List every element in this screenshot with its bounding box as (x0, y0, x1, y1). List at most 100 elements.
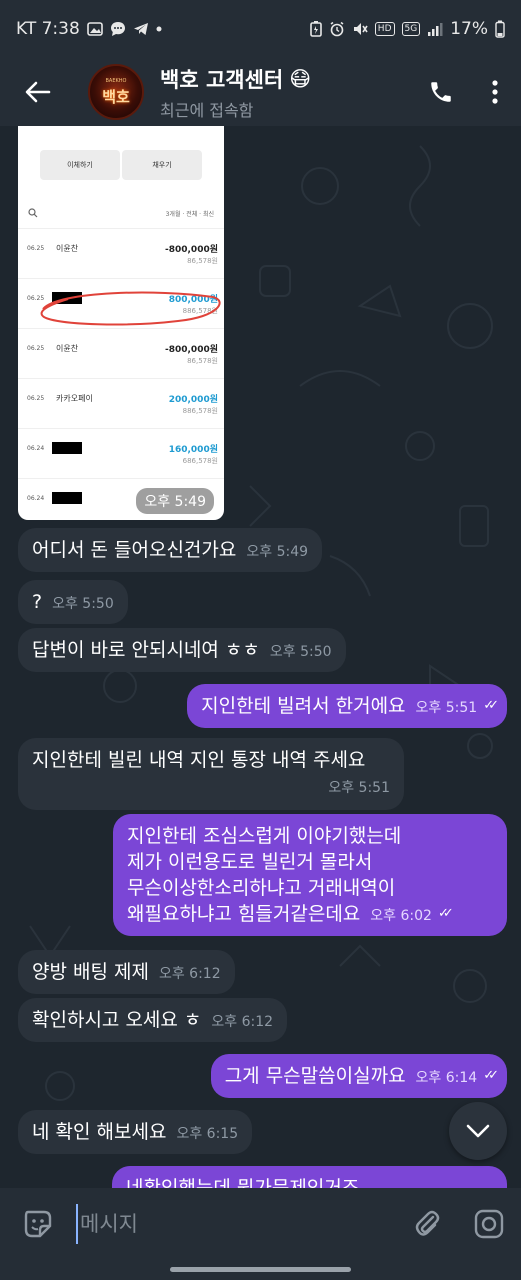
signal-icon (427, 22, 443, 36)
double-check-icon: ✓✓ (483, 1068, 499, 1083)
row-balance: 86,578원 (187, 357, 218, 365)
row-name: 이윤찬 (56, 344, 79, 353)
sticker-emoji-icon (24, 1210, 52, 1238)
chat-icon (110, 21, 126, 37)
mask-emoji-icon: 😷 (289, 66, 312, 91)
camera-button[interactable] (457, 1188, 521, 1260)
telegram-icon (133, 22, 149, 36)
row-date: 06.24 (27, 445, 45, 452)
back-button[interactable] (0, 58, 76, 126)
message-time: 오후 5:50 (269, 644, 332, 660)
mute-icon (352, 21, 368, 37)
avatar-subtext: BAEKHO (105, 77, 127, 84)
outgoing-message[interactable]: 지인한테 조심스럽게 이야기했는데 제가 이런용도로 빌린거 몰라서 무슨이상한… (113, 814, 507, 936)
camera-icon (474, 1209, 504, 1239)
transaction-row: 06.25 카카오페이 200,000원 886,578원 (18, 378, 224, 428)
redaction-bar (52, 492, 82, 504)
message-text: 확인하시고 오세요 ㅎ (32, 1009, 202, 1031)
message-text: 지인한테 빌려서 한거에요 (201, 695, 406, 717)
arrow-left-icon (25, 81, 51, 103)
message-text: 답변이 바로 안되시네여 ㅎㅎ (32, 639, 260, 661)
avatar[interactable]: BAEKHO 백호 (88, 64, 144, 120)
emoji-button[interactable] (0, 1188, 76, 1260)
incoming-message[interactable]: 어디서 돈 들어오신건가요 오후 5:49 (18, 528, 323, 572)
message-text: 네확인했는데 뭔가문제인거죠 (126, 1177, 360, 1188)
paperclip-icon (415, 1210, 440, 1236)
image-timestamp: 오후 5:49 (136, 488, 214, 514)
search-icon (28, 208, 38, 218)
transaction-row: 06.25 이윤찬 -800,000원 86,578원 (18, 228, 224, 278)
row-date: 06.25 (27, 345, 45, 352)
dot-icon (156, 26, 162, 32)
row-name: 카카오페이 (56, 394, 93, 403)
chat-messages-area[interactable]: 이체하기 채우기 3개월 · 전체 · 최신 06.25 이윤찬 -800,00… (0, 126, 521, 1188)
status-time: KT 7:38 (16, 19, 80, 39)
battery-percent: 17% (450, 19, 488, 39)
outgoing-message[interactable]: 네확인했는데 뭔가문제인거죠 (112, 1166, 507, 1188)
row-amount: 200,000원 (168, 395, 218, 405)
message-text: ? (32, 591, 43, 613)
battery-icon (495, 20, 505, 38)
more-menu-button[interactable] (469, 64, 521, 120)
message-text: 양방 배팅 제제 (32, 961, 149, 983)
message-time: 오후 5:51 (415, 700, 478, 716)
image-message[interactable]: 이체하기 채우기 3개월 · 전체 · 최신 06.25 이윤찬 -800,00… (18, 126, 224, 520)
chat-header: BAEKHO 백호 백호 고객센터 😷 최근에 접속함 (0, 58, 521, 126)
transaction-row: 06.25 800,000원 886,578원 (18, 278, 224, 328)
red-circle-annotation (40, 291, 221, 326)
row-date: 06.24 (27, 495, 45, 502)
transaction-row: 06.24 160,000원 686,578원 (18, 428, 224, 478)
hd-icon: HD (374, 22, 395, 36)
row-date: 06.25 (27, 245, 45, 252)
home-gesture-handle[interactable] (170, 1267, 351, 1272)
message-text: 지인한테 빌린 내역 지인 통장 내역 주세요 (32, 749, 366, 771)
message-time: 오후 6:12 (158, 966, 221, 982)
message-composer (0, 1188, 521, 1260)
row-amount: 160,000원 (168, 445, 218, 455)
row-amount: -800,000원 (164, 245, 218, 255)
chevron-down-icon (466, 1124, 490, 1138)
message-line: 무슨이상한소리하냐고 거래내역이 (127, 877, 396, 899)
chat-title-area[interactable]: 백호 고객센터 😷 최근에 접속함 (160, 64, 413, 121)
filter-bar: 3개월 · 전체 · 최신 (18, 206, 224, 222)
row-balance: 886,578원 (182, 407, 218, 415)
phone-icon (431, 82, 451, 102)
avatar-text: 백호 (102, 87, 130, 106)
message-text: 그게 무슨말씀이실까요 (224, 1065, 406, 1087)
scroll-to-bottom-button[interactable] (449, 1102, 507, 1160)
message-line: 제가 이런용도로 빌린거 몰라서 (127, 851, 373, 873)
message-time: 오후 6:02 (370, 908, 432, 924)
double-check-icon: ✓✓ (483, 698, 499, 713)
incoming-message[interactable]: ? 오후 5:50 (18, 580, 128, 624)
charge-button: 채우기 (122, 150, 202, 180)
message-time: 오후 5:49 (246, 544, 309, 560)
battery-saver-icon (309, 21, 322, 37)
gallery-icon (86, 22, 103, 36)
alarm-icon (329, 21, 345, 37)
row-name: 이윤찬 (56, 244, 79, 253)
message-text: 네 확인 해보세요 (32, 1121, 167, 1143)
call-button[interactable] (413, 64, 469, 120)
message-line: 왜필요하냐고 힘들거같은데요 (127, 903, 361, 925)
filter-label: 3개월 · 전체 · 최신 (165, 211, 214, 218)
row-balance: 686,578원 (182, 457, 218, 465)
message-time: 오후 6:12 (211, 1014, 274, 1030)
incoming-message[interactable]: 네 확인 해보세요 오후 6:15 (18, 1110, 253, 1154)
message-time: 오후 5:50 (52, 596, 114, 612)
last-seen-status: 최근에 접속함 (160, 100, 254, 120)
message-line: 지인한테 조심스럽게 이야기했는데 (127, 825, 402, 847)
message-input[interactable] (76, 1204, 397, 1244)
row-amount: -800,000원 (164, 345, 218, 355)
incoming-message[interactable]: 양방 배팅 제제 오후 6:12 (18, 950, 235, 994)
incoming-message[interactable]: 답변이 바로 안되시네여 ㅎㅎ 오후 5:50 (18, 628, 346, 672)
incoming-message[interactable]: 확인하시고 오세요 ㅎ 오후 6:12 (18, 998, 288, 1042)
outgoing-message[interactable]: 지인한테 빌려서 한거에요 오후 5:51 ✓✓ (187, 684, 507, 728)
more-vertical-icon (492, 80, 498, 104)
row-date: 06.25 (27, 395, 45, 402)
message-text: 어디서 돈 들어오신건가요 (32, 539, 237, 561)
outgoing-message[interactable]: 그게 무슨말씀이실까요 오후 6:14 ✓✓ (210, 1054, 507, 1098)
transaction-row: 06.25 이윤찬 -800,000원 86,578원 (18, 328, 224, 378)
system-nav-bar (0, 1260, 521, 1280)
incoming-message[interactable]: 지인한테 빌린 내역 지인 통장 내역 주세요 오후 5:51 (18, 738, 404, 810)
attach-button[interactable] (397, 1188, 457, 1260)
